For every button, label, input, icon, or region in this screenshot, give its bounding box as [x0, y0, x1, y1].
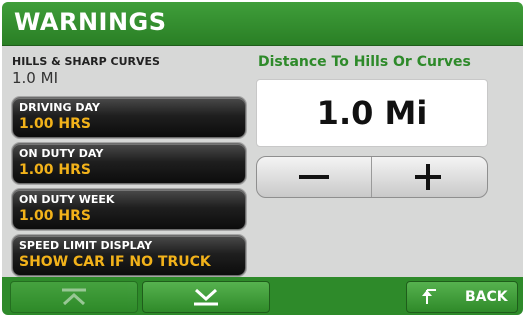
hills-info-value: 1.0 MI [12, 69, 58, 87]
setting-value: 1.00 HRS [19, 116, 91, 132]
detail-title: Distance To Hills Or Curves [258, 54, 471, 70]
speed-limit-display-button[interactable]: SPEED LIMIT DISPLAY SHOW CAR IF NO TRUCK [12, 235, 246, 276]
on-duty-day-button[interactable]: ON DUTY DAY 1.00 HRS [12, 143, 246, 184]
hills-info: HILLS & SHARP CURVES 1.0 MI [12, 49, 246, 87]
scroll-up-button[interactable] [10, 281, 138, 313]
setting-label: ON DUTY DAY [19, 147, 104, 160]
setting-value: 1.00 HRS [19, 208, 91, 224]
setting-label: DRIVING DAY [19, 101, 100, 114]
hills-info-label: HILLS & SHARP CURVES [12, 55, 160, 68]
back-label: BACK [465, 289, 508, 305]
setting-label: SPEED LIMIT DISPLAY [19, 239, 153, 252]
header-bar: WARNINGS [2, 2, 523, 46]
distance-value: 1.0 Mi [316, 94, 428, 132]
on-duty-week-button[interactable]: ON DUTY WEEK 1.00 HRS [12, 189, 246, 230]
scroll-down-button[interactable] [142, 281, 270, 313]
minus-icon [299, 175, 329, 179]
distance-value-display: 1.0 Mi [256, 79, 488, 147]
setting-value: 1.00 HRS [19, 162, 91, 178]
scroll-down-icon [194, 288, 218, 306]
setting-label: ON DUTY WEEK [19, 193, 115, 206]
setting-value: SHOW CAR IF NO TRUCK [19, 254, 211, 270]
increase-button[interactable] [372, 157, 486, 197]
decrease-button[interactable] [257, 157, 372, 197]
footer-bar: BACK [2, 277, 523, 315]
back-arrow-icon [422, 289, 436, 304]
distance-stepper [256, 156, 488, 198]
warnings-screen: WARNINGS HILLS & SHARP CURVES 1.0 MI DRI… [2, 2, 523, 315]
driving-day-button[interactable]: DRIVING DAY 1.00 HRS [12, 97, 246, 138]
scroll-up-icon [62, 288, 86, 306]
back-button[interactable]: BACK [406, 281, 518, 313]
page-title: WARNINGS [14, 8, 167, 36]
